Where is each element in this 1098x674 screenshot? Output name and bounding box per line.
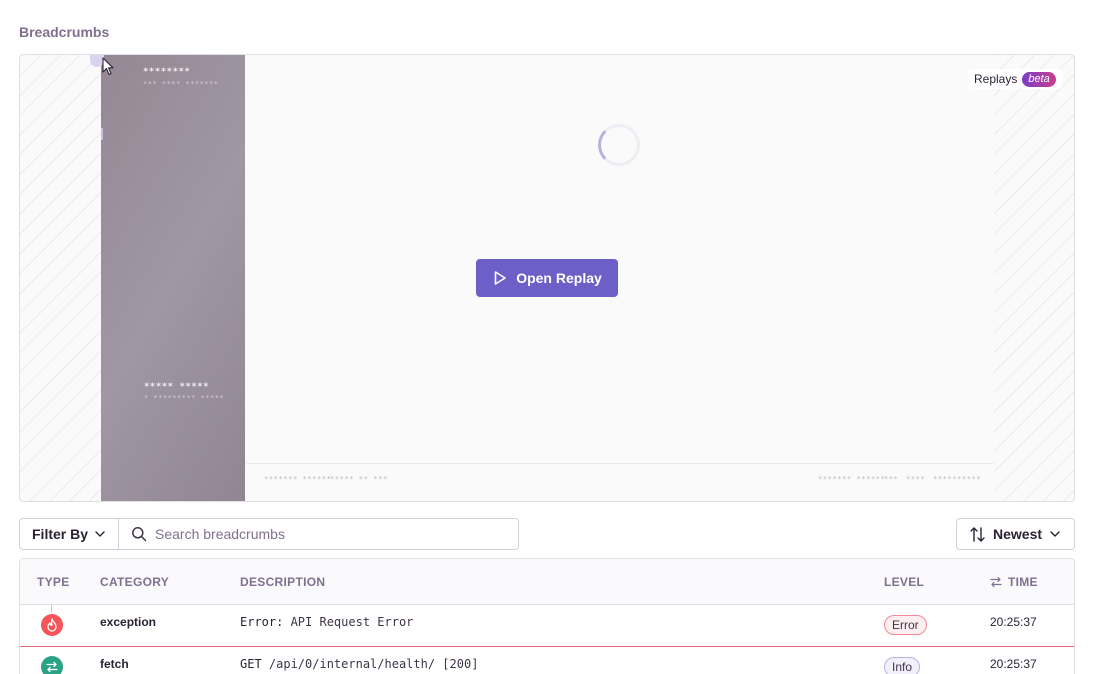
table-header: TYPE CATEGORY DESCRIPTION LEVEL TIME xyxy=(20,559,1074,605)
level-badge: Info xyxy=(884,657,921,674)
mock-sidebar-item-title: ***** ***** xyxy=(144,382,210,392)
row-time: 20:25:37 xyxy=(990,615,1037,629)
mock-sidebar-subtitle: *** **** ******* xyxy=(143,80,219,88)
arrows-swap-icon xyxy=(46,661,58,673)
row-description-rest: API Request Error xyxy=(283,615,414,629)
replay-mock-sidebar: ******** *** **** ******* ***** ***** * … xyxy=(101,55,245,501)
hatch-left xyxy=(20,55,102,501)
header-description: DESCRIPTION xyxy=(240,575,326,589)
mock-footer-right-3: **** xyxy=(906,475,926,483)
chevron-down-icon xyxy=(1050,531,1060,537)
sort-dropdown[interactable]: Newest xyxy=(956,518,1075,550)
filter-by-label: Filter By xyxy=(32,526,89,542)
sort-icon xyxy=(970,526,985,542)
row-description: GET /api/0/internal/health/ [200] xyxy=(240,657,478,671)
open-replay-label: Open Replay xyxy=(516,270,602,286)
mock-footer-left-1: ******* ****** xyxy=(264,475,332,483)
loading-spinner xyxy=(598,124,640,166)
open-replay-button[interactable]: Open Replay xyxy=(476,259,618,297)
mock-sidebar-title: ******** xyxy=(143,67,191,77)
mock-footer-right-4: ********** xyxy=(933,475,982,483)
beta-badge: beta xyxy=(1022,71,1056,87)
breadcrumbs-table: TYPE CATEGORY DESCRIPTION LEVEL TIME exc… xyxy=(19,558,1075,674)
replays-label: Replays beta xyxy=(968,69,1062,89)
replay-mock-footer: ******* ****** ***** ** *** ******* ****… xyxy=(246,463,994,501)
swap-icon xyxy=(990,576,1002,588)
header-time-label: TIME xyxy=(1008,575,1038,589)
chevron-down-icon xyxy=(95,531,105,537)
table-row[interactable]: exception Error: API Request Error Error… xyxy=(20,605,1074,647)
search-icon xyxy=(132,527,147,542)
header-time[interactable]: TIME xyxy=(990,575,1038,589)
mock-footer-right-1: ******* ****** xyxy=(818,475,886,483)
header-type: TYPE xyxy=(37,575,70,589)
fire-icon xyxy=(47,618,57,632)
type-badge xyxy=(41,614,63,636)
row-description: Error: API Request Error xyxy=(240,615,413,629)
header-category: CATEGORY xyxy=(100,575,170,589)
row-description-prefix: GET xyxy=(240,657,262,671)
mock-footer-right-2: *** xyxy=(884,475,899,483)
cursor-icon xyxy=(102,57,114,76)
row-description-prefix: Error: xyxy=(240,615,284,629)
section-title: Breadcrumbs xyxy=(19,24,110,40)
level-badge: Error xyxy=(884,615,927,635)
play-icon xyxy=(494,271,507,285)
replay-preview[interactable]: ******** *** **** ******* ***** ***** * … xyxy=(19,54,1075,502)
row-category: exception xyxy=(100,615,157,629)
row-time: 20:25:37 xyxy=(990,657,1037,671)
search-input[interactable] xyxy=(155,526,495,542)
table-row[interactable]: fetch GET /api/0/internal/health/ [200] … xyxy=(20,647,1074,674)
mock-footer-left-2: ***** ** *** xyxy=(330,475,388,483)
type-badge xyxy=(41,656,63,674)
search-box[interactable] xyxy=(118,518,519,550)
row-description-rest: /api/0/internal/health/ [200] xyxy=(261,657,479,671)
replays-label-text: Replays xyxy=(974,72,1018,86)
sort-label: Newest xyxy=(993,526,1043,542)
header-level: LEVEL xyxy=(884,575,925,589)
filter-by-dropdown[interactable]: Filter By xyxy=(19,518,119,550)
mock-sidebar-item-subtitle: * ********* ***** xyxy=(144,394,225,402)
row-category: fetch xyxy=(100,657,129,671)
hatch-right xyxy=(994,55,1074,501)
replay-scroll-marker xyxy=(101,128,103,140)
breadcrumb-controls: Filter By Newest xyxy=(19,518,1075,550)
